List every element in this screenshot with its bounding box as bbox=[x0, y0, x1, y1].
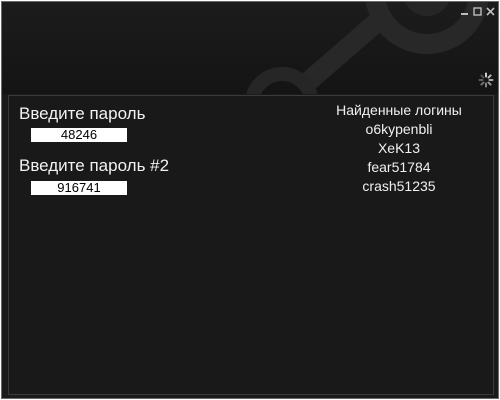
password2-label: Введите пароль #2 bbox=[19, 156, 170, 175]
close-icon[interactable] bbox=[485, 6, 496, 17]
app-window: Введите пароль Введите пароль #2 Найденн… bbox=[1, 1, 499, 399]
main-panel: Введите пароль Введите пароль #2 Найденн… bbox=[8, 95, 494, 395]
spinner-icon bbox=[478, 72, 494, 88]
password-label: Введите пароль bbox=[19, 104, 146, 123]
password-input[interactable] bbox=[31, 128, 127, 142]
found-logins-list: Найденные логины o6kypenbli XeK13 fear51… bbox=[309, 101, 489, 196]
login-item: XeK13 bbox=[377, 140, 421, 156]
title-bar[interactable] bbox=[2, 2, 498, 94]
login-item: o6kypenbli bbox=[365, 121, 433, 137]
window-controls bbox=[459, 6, 496, 17]
found-logins-header: Найденные логины bbox=[336, 102, 462, 118]
login-item: fear51784 bbox=[367, 159, 431, 175]
login-item: crash51235 bbox=[362, 178, 436, 194]
maximize-icon[interactable] bbox=[472, 6, 483, 17]
minimize-icon[interactable] bbox=[459, 6, 470, 17]
password2-input[interactable] bbox=[31, 181, 127, 195]
